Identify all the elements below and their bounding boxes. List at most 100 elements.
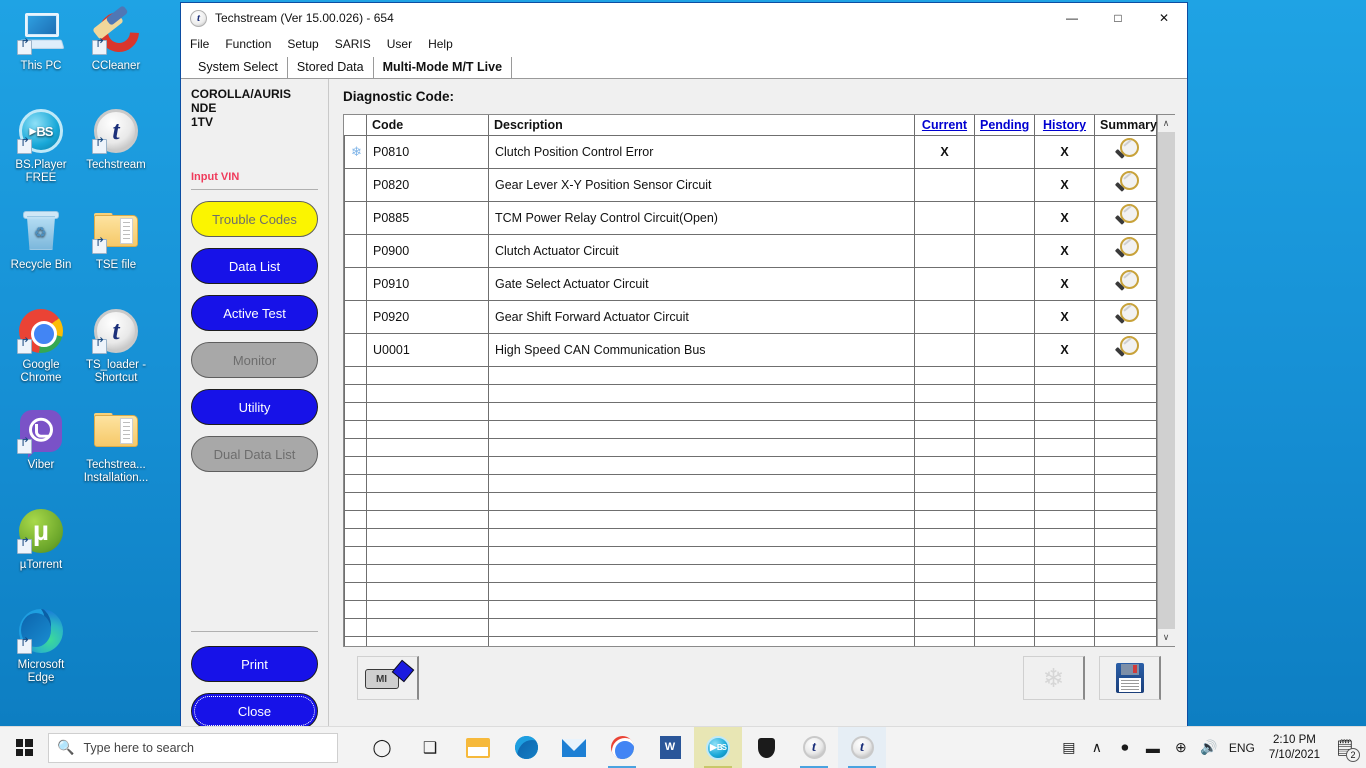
table-row[interactable]: U0001High Speed CAN Communication BusX: [345, 333, 1157, 366]
taskbar-mail[interactable]: [550, 727, 598, 768]
table-row-empty[interactable]: [345, 384, 1157, 402]
desktop-icon-techstream-installation[interactable]: Techstrea... Installation...: [79, 407, 153, 485]
desktop-icon-recycle-bin[interactable]: ♻ Recycle Bin: [4, 207, 78, 272]
table-row-empty[interactable]: [345, 546, 1157, 564]
tab-system-select[interactable]: System Select: [189, 57, 288, 78]
start-button[interactable]: [0, 727, 48, 768]
taskbar-task-view[interactable]: ❑: [406, 727, 454, 768]
table-row[interactable]: P0910Gate Select Actuator CircuitX: [345, 267, 1157, 300]
scroll-up-button[interactable]: ∧: [1158, 115, 1175, 132]
menu-item-user[interactable]: User: [387, 35, 422, 53]
close-dialog-button[interactable]: Close: [191, 693, 318, 729]
table-row-empty[interactable]: [345, 510, 1157, 528]
menu-item-saris[interactable]: SARIS: [335, 35, 381, 53]
news-and-interests-icon[interactable]: ▤: [1055, 727, 1083, 768]
cell-summary[interactable]: [1095, 135, 1157, 168]
table-row[interactable]: P0900Clutch Actuator CircuitX: [345, 234, 1157, 267]
maximize-button[interactable]: □: [1095, 3, 1141, 33]
utility-button[interactable]: Utility: [191, 389, 318, 425]
taskbar-microsoft-edge[interactable]: [502, 727, 550, 768]
desktop-icon-viber[interactable]: Viber: [4, 407, 78, 472]
volume-icon[interactable]: 🔊: [1195, 727, 1223, 768]
taskbar-word[interactable]: W: [646, 727, 694, 768]
desktop-icon-google-chrome[interactable]: Google Chrome: [4, 307, 78, 385]
battery-icon[interactable]: ▬: [1139, 727, 1167, 768]
cell-summary[interactable]: [1095, 267, 1157, 300]
column-header-history[interactable]: History: [1035, 115, 1095, 135]
magnifier-icon[interactable]: [1113, 302, 1139, 328]
desktop-icon-utorrent[interactable]: µ µTorrent: [4, 507, 78, 572]
table-row-empty[interactable]: [345, 474, 1157, 492]
language-indicator[interactable]: ENG: [1223, 727, 1261, 768]
menu-item-setup[interactable]: Setup: [287, 35, 328, 53]
table-row-empty[interactable]: [345, 618, 1157, 636]
notification-center-button[interactable]: 🗒 2: [1328, 727, 1362, 768]
magnifier-icon[interactable]: [1113, 170, 1139, 196]
magnifier-icon[interactable]: [1113, 203, 1139, 229]
desktop-icon-ccleaner[interactable]: CCleaner: [79, 8, 153, 73]
mil-check-button[interactable]: MI: [357, 656, 419, 700]
desktop-icon-techstream[interactable]: t Techstream: [79, 107, 153, 172]
table-row-empty[interactable]: [345, 402, 1157, 420]
search-input[interactable]: 🔍 Type here to search: [48, 733, 338, 763]
cell-summary[interactable]: [1095, 168, 1157, 201]
tab-stored-data[interactable]: Stored Data: [288, 57, 374, 78]
magnifier-icon[interactable]: [1113, 335, 1139, 361]
data-list-button[interactable]: Data List: [191, 248, 318, 284]
column-header-current[interactable]: Current: [915, 115, 975, 135]
scrollbar-track[interactable]: [1158, 132, 1175, 629]
desktop-icon-bs-player[interactable]: BS BS.Player FREE: [4, 107, 78, 185]
cell-summary[interactable]: [1095, 333, 1157, 366]
magnifier-icon[interactable]: [1113, 236, 1139, 262]
close-button[interactable]: ✕: [1141, 3, 1187, 33]
menu-item-function[interactable]: Function: [225, 35, 281, 53]
table-row[interactable]: P0885TCM Power Relay Control Circuit(Ope…: [345, 201, 1157, 234]
taskbar-techstream-1[interactable]: t: [790, 727, 838, 768]
table-row[interactable]: P0920Gear Shift Forward Actuator Circuit…: [345, 300, 1157, 333]
scroll-down-button[interactable]: ∨: [1158, 629, 1175, 646]
print-button[interactable]: Print: [191, 646, 318, 682]
save-button[interactable]: [1099, 656, 1161, 700]
magnifier-icon[interactable]: [1113, 269, 1139, 295]
cell-summary[interactable]: [1095, 234, 1157, 267]
taskbar-cortana[interactable]: ◯: [358, 727, 406, 768]
table-row-empty[interactable]: [345, 492, 1157, 510]
table-row-empty[interactable]: [345, 600, 1157, 618]
table-row-empty[interactable]: [345, 366, 1157, 384]
show-hidden-icons-button[interactable]: ∧: [1083, 727, 1111, 768]
table-row-empty[interactable]: [345, 456, 1157, 474]
table-row-empty[interactable]: [345, 438, 1157, 456]
table-row-empty[interactable]: [345, 582, 1157, 600]
webcam-indicator-icon[interactable]: ⏺: [1111, 727, 1139, 768]
taskbar-google-chrome[interactable]: [598, 727, 646, 768]
clock[interactable]: 2:10 PM 7/10/2021: [1261, 733, 1328, 763]
taskbar-techstream-2[interactable]: t: [838, 727, 886, 768]
table-row-empty[interactable]: [345, 636, 1157, 646]
table-row-empty[interactable]: [345, 564, 1157, 582]
menu-item-help[interactable]: Help: [428, 35, 463, 53]
tab-multi-mode-mt-live[interactable]: Multi-Mode M/T Live: [374, 57, 512, 78]
taskbar-bs-player[interactable]: BS: [694, 727, 742, 768]
table-row-empty[interactable]: [345, 528, 1157, 546]
vertical-scrollbar[interactable]: ∧ ∨: [1157, 115, 1174, 646]
minimize-button[interactable]: —: [1049, 3, 1095, 33]
desktop-icon-ts-loader[interactable]: t TS_loader - Shortcut: [79, 307, 153, 385]
freeze-frame-button[interactable]: ❄: [1023, 656, 1085, 700]
column-header-pending[interactable]: Pending: [975, 115, 1035, 135]
desktop-icon-tse-file[interactable]: TSE file: [79, 207, 153, 272]
cell-summary[interactable]: [1095, 201, 1157, 234]
table-row[interactable]: ❄P0810Clutch Position Control ErrorXX: [345, 135, 1157, 168]
desktop-icon-this-pc[interactable]: This PC: [4, 8, 78, 73]
taskbar-file-explorer[interactable]: [454, 727, 502, 768]
cell-summary[interactable]: [1095, 300, 1157, 333]
taskbar-windows-defender[interactable]: [742, 727, 790, 768]
active-test-button[interactable]: Active Test: [191, 295, 318, 331]
input-vin-label[interactable]: Input VIN: [191, 171, 318, 183]
menu-item-file[interactable]: File: [190, 35, 219, 53]
magnifier-icon[interactable]: [1113, 137, 1139, 163]
desktop-icon-microsoft-edge[interactable]: Microsoft Edge: [4, 607, 78, 685]
table-row[interactable]: P0820Gear Lever X-Y Position Sensor Circ…: [345, 168, 1157, 201]
trouble-codes-button[interactable]: Trouble Codes: [191, 201, 318, 237]
network-icon[interactable]: ⊕: [1167, 727, 1195, 768]
table-row-empty[interactable]: [345, 420, 1157, 438]
